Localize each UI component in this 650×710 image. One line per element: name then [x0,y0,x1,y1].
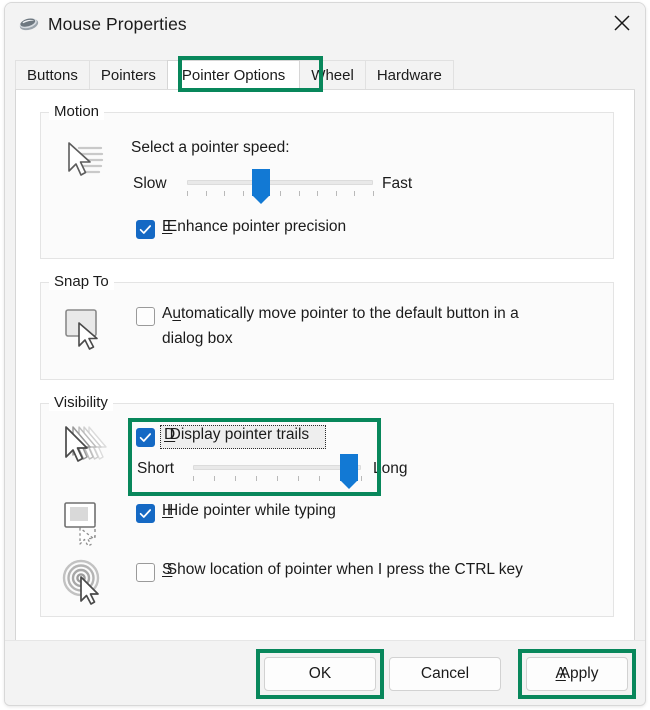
snap-to-checkbox[interactable] [136,307,155,326]
trails-slider-track[interactable] [193,465,361,470]
speed-slider-thumb[interactable] [252,169,271,204]
dialog-footer: OK Cancel AApply [5,640,645,705]
hide-pointer-typing-icon [57,497,109,549]
trails-slider-thumb[interactable] [340,454,359,489]
pointer-speed-slider[interactable] [187,169,374,204]
ok-button[interactable]: OK [264,657,376,691]
pointer-trails-icon [57,420,109,472]
cancel-button[interactable]: Cancel [389,657,501,691]
group-motion: Motion Select a pointer speed: Slow Fast… [40,103,614,259]
group-visibility: Visibility DDisplay pointer trails Short… [40,394,614,617]
trails-slider-min-label: Short [137,460,175,477]
apply-button-text: Apply [559,665,599,682]
speed-slider-ticks [187,191,374,197]
speed-slider-track[interactable] [187,180,373,185]
snap-to-label-line1: Automatically move pointer to the defaul… [162,305,519,322]
speed-slider-max-label: Fast [382,175,413,192]
speed-slider-min-label: Slow [133,175,167,192]
display-trails-checkbox[interactable] [136,428,155,447]
tab-buttons[interactable]: Buttons [15,60,90,89]
trails-slider-max-label: Long [373,460,408,477]
title-bar: Mouse Properties [5,3,645,45]
tab-pointer-options[interactable]: Pointer Options [166,60,301,89]
apply-button[interactable]: AApply [526,657,628,691]
pointer-speed-label: Select a pointer speed: [131,139,290,156]
tab-wheel[interactable]: Wheel [299,60,366,89]
group-motion-title: Motion [49,103,105,120]
cursor-speed-icon [57,135,109,187]
group-snap-to-title: Snap To [49,273,114,290]
tab-strip: Buttons Pointers Pointer Options Wheel H… [15,56,635,92]
show-pointer-location-checkbox[interactable] [136,563,155,582]
group-visibility-title: Visibility [49,394,113,411]
group-snap-to: Snap To Automatically move pointer to th… [40,273,614,380]
display-trails-label: DDisplay pointer trails [164,426,310,443]
window-title: Mouse Properties [48,13,187,34]
snap-to-button-icon [57,301,109,353]
mouse-properties-window: Mouse Properties Buttons Pointers Pointe… [4,2,646,706]
tab-hardware[interactable]: Hardware [364,60,454,89]
show-pointer-location-icon [57,556,109,608]
hide-pointer-typing-label: HHide pointer while typing [162,502,336,519]
pointer-options-page: Motion Select a pointer speed: Slow Fast… [15,90,635,642]
tab-pointers[interactable]: Pointers [88,60,168,89]
show-pointer-location-text: Show location of pointer when I press th… [166,561,523,578]
enhance-precision-checkbox[interactable] [136,220,155,239]
mouse-icon [18,13,40,35]
hide-pointer-typing-checkbox[interactable] [136,504,155,523]
hide-pointer-typing-text: Hide pointer while typing [167,502,336,519]
close-icon[interactable] [599,3,645,43]
snap-to-label-line2: dialog box [162,330,233,347]
enhance-precision-text: Enhance pointer precision [166,218,347,235]
display-trails-text: Display pointer trails [169,426,310,443]
pointer-trails-slider[interactable] [193,454,362,489]
show-pointer-location-label: SShow location of pointer when I press t… [162,561,523,578]
enhance-precision-label: EEnhance pointer precision [162,218,347,235]
trails-slider-ticks [193,476,362,482]
